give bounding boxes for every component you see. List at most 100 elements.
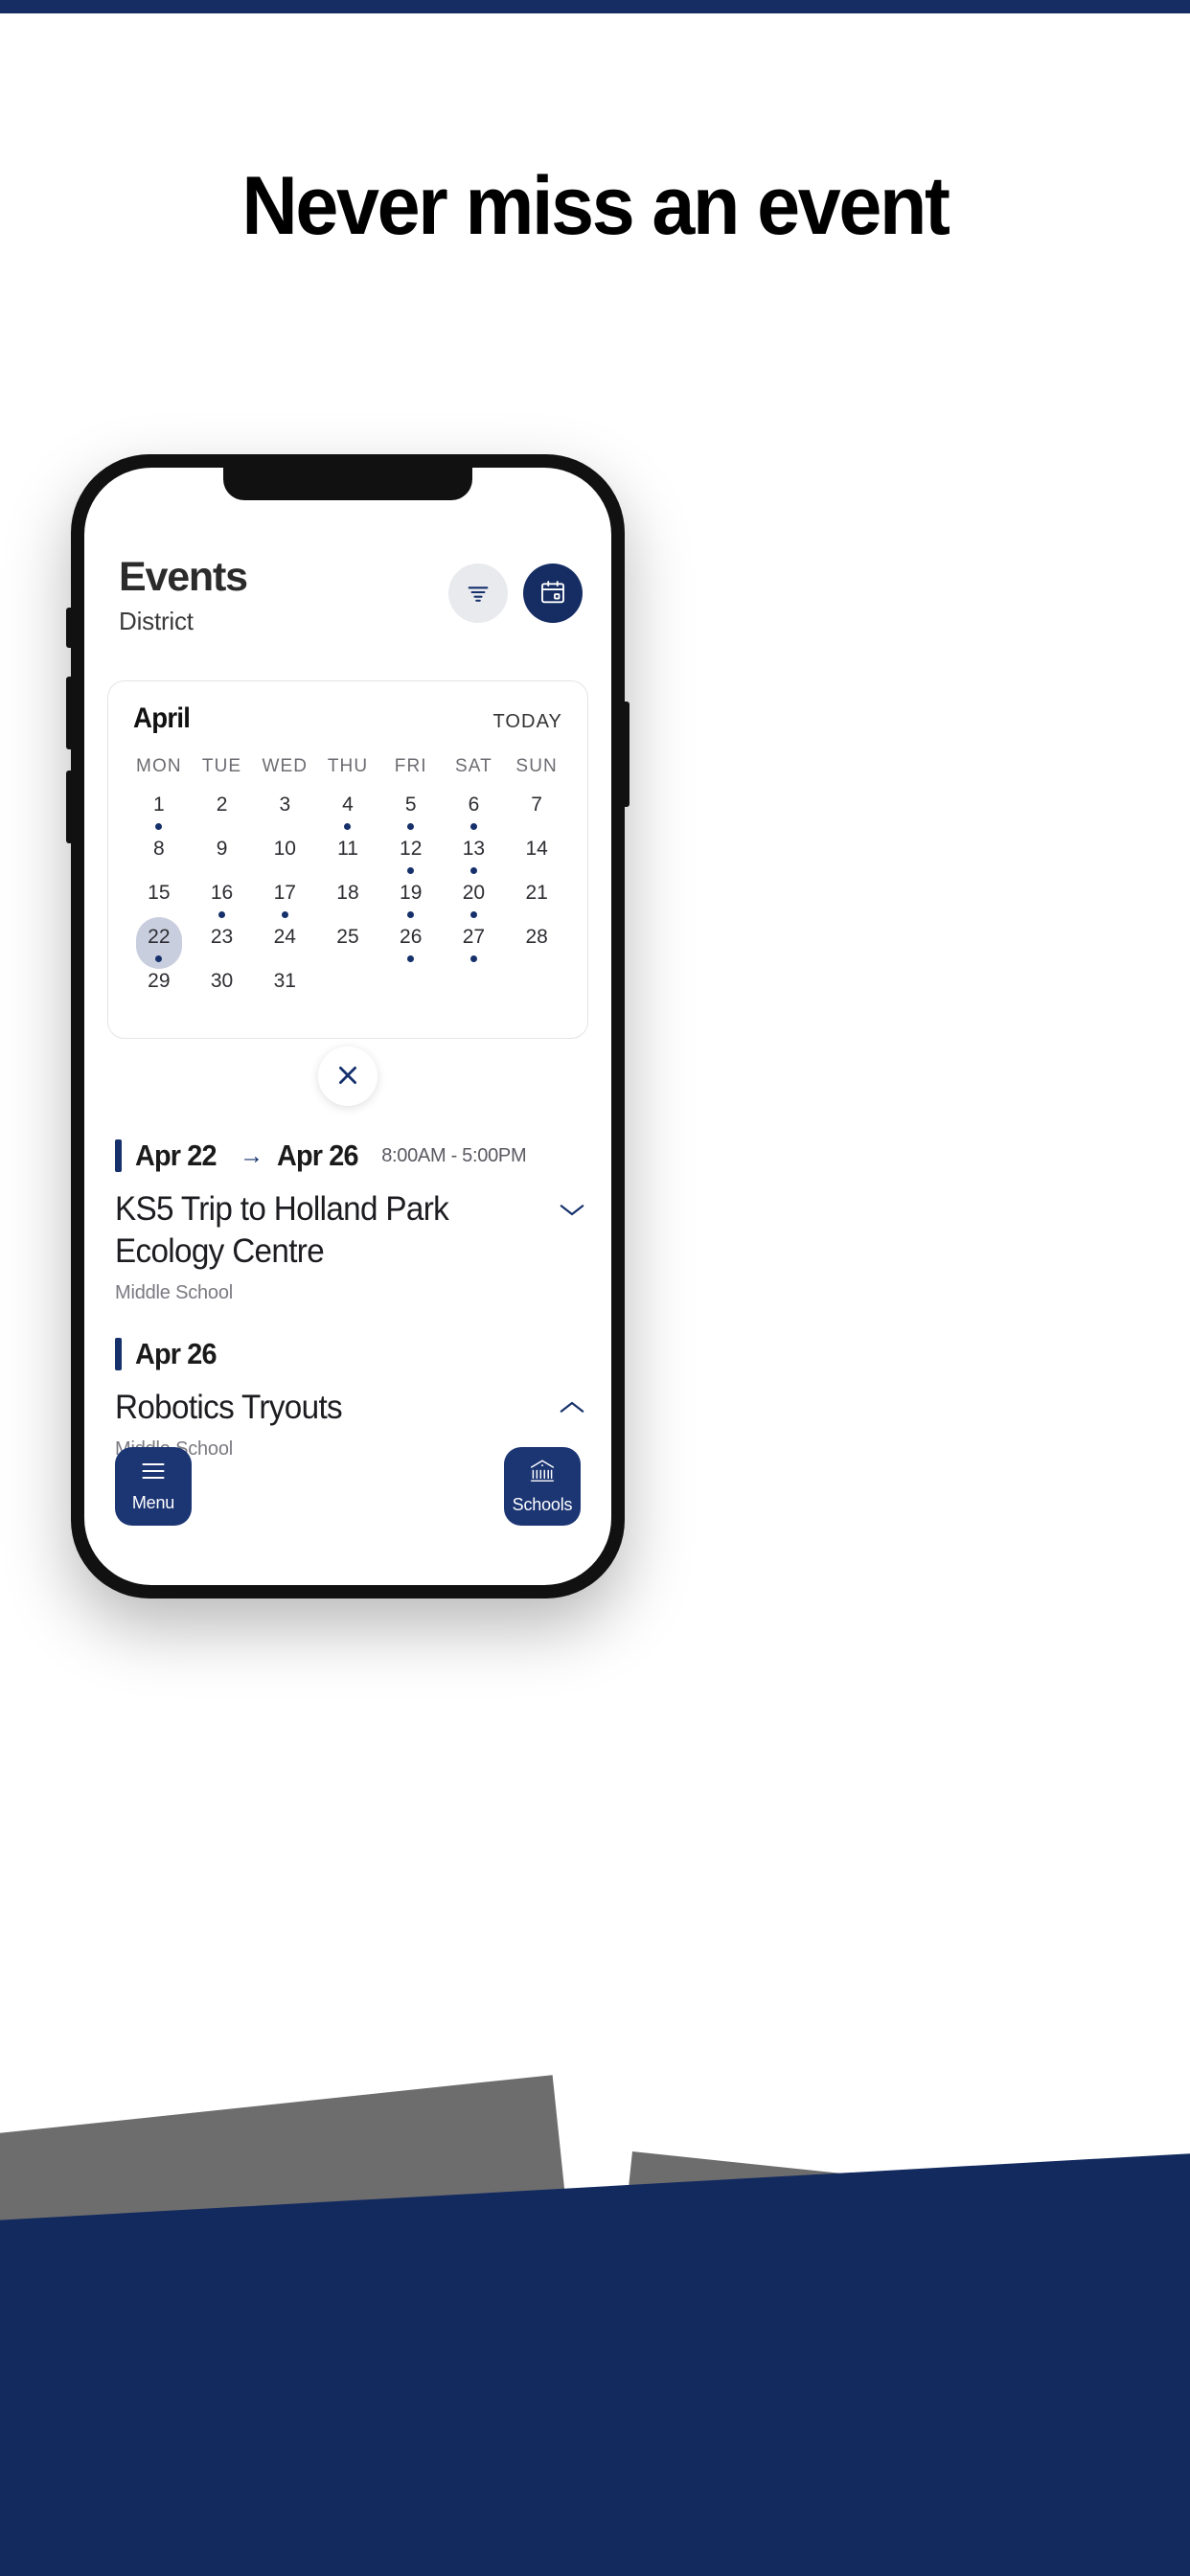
calendar-event-dot: [407, 823, 415, 830]
calendar-day-12[interactable]: 12: [379, 835, 443, 879]
calendar-day-number: 8: [153, 838, 165, 860]
event-title: Robotics Tryouts: [115, 1389, 343, 1427]
header-actions: [448, 552, 583, 623]
chevron-up-icon[interactable]: [558, 1387, 590, 1422]
filter-button[interactable]: [448, 564, 508, 623]
calendar-day-grid: 1 2 3 4 5 6 7 8 9 10 11 12 13 14 15 16 17 18 19 20 21 22 23 24 2…: [127, 791, 568, 1011]
calendar-event-dot: [281, 911, 288, 918]
background-band-gray-right: [614, 2151, 1190, 2394]
calendar-event-dot: [469, 955, 477, 962]
event-accent-bar: [115, 1338, 122, 1371]
calendar-day-28[interactable]: 28: [505, 923, 568, 967]
event-start-date: Apr 26: [135, 1337, 217, 1371]
calendar-day-empty: [505, 967, 568, 1011]
calendar-day-number: 12: [400, 838, 423, 860]
calendar-day-18[interactable]: 18: [316, 879, 379, 923]
calendar-event-dot: [344, 823, 352, 830]
calendar-event-dot: [407, 867, 415, 874]
calendar-day-13[interactable]: 13: [443, 835, 506, 879]
background-band-navy: [0, 2147, 1190, 2576]
calendar-day-6[interactable]: 6: [443, 791, 506, 835]
calendar-day-16[interactable]: 16: [191, 879, 254, 923]
calendar-day-number: [328, 967, 368, 996]
calendar-day-number: 3: [279, 794, 291, 816]
calendar-day-8[interactable]: 8: [127, 835, 191, 879]
calendar-event-dot: [155, 955, 163, 962]
calendar-today-button[interactable]: TODAY: [492, 711, 562, 733]
calendar-day-11[interactable]: 11: [316, 835, 379, 879]
calendar-day-number: 27: [462, 926, 486, 948]
calendar-day-number: 15: [148, 882, 171, 904]
calendar-day-number: 1: [153, 794, 165, 816]
background-band-gray-left: [0, 2075, 565, 2252]
event-time-range: 8:00AM - 5:00PM: [381, 1144, 527, 1166]
phone-notch: [223, 468, 472, 500]
calendar-day-number: 2: [216, 794, 228, 816]
calendar-month-label: April: [133, 702, 191, 734]
calendar-day-3[interactable]: 3: [253, 791, 316, 835]
header-title-block: Events District: [119, 552, 248, 636]
calendar-day-number: 23: [210, 926, 234, 948]
calendar-day-26[interactable]: 26: [379, 923, 443, 967]
calendar-day-31[interactable]: 31: [253, 967, 316, 1011]
event-title: KS5 Trip to Holland Park Ecology Centre: [115, 1190, 449, 1271]
calendar-day-22[interactable]: 22: [127, 923, 191, 967]
calendar-day-number: 29: [148, 970, 171, 992]
calendar-day-20[interactable]: 20: [443, 879, 506, 923]
calendar-day-number: 31: [273, 970, 296, 992]
event-body: KS5 Trip to Holland Park Ecology Centre M…: [115, 1188, 590, 1304]
calendar-day-empty: [316, 967, 379, 1011]
calendar-button[interactable]: [523, 564, 583, 623]
calendar-day-2[interactable]: 2: [191, 791, 254, 835]
event-item[interactable]: Apr 26Robotics TryoutsMiddle School: [115, 1337, 590, 1460]
calendar-day-10[interactable]: 10: [253, 835, 316, 879]
chevron-down-icon[interactable]: [558, 1188, 590, 1224]
calendar-close-button[interactable]: [318, 1046, 378, 1106]
page-headline: Never miss an event: [241, 160, 950, 252]
event-date-range-arrow-icon: →: [240, 1141, 264, 1169]
calendar-day-27[interactable]: 27: [443, 923, 506, 967]
calendar-day-9[interactable]: 9: [191, 835, 254, 879]
calendar-day-7[interactable]: 7: [505, 791, 568, 835]
menu-button[interactable]: Menu: [115, 1447, 192, 1526]
calendar-day-14[interactable]: 14: [505, 835, 568, 879]
calendar-day-5[interactable]: 5: [379, 791, 443, 835]
event-end-date: Apr 26: [277, 1138, 359, 1172]
calendar-day-number: 4: [342, 794, 354, 816]
calendar-day-19[interactable]: 19: [379, 879, 443, 923]
bottom-navigation: Menu Schools: [115, 1447, 581, 1526]
schools-button[interactable]: Schools: [504, 1447, 581, 1526]
event-text-block: KS5 Trip to Holland Park Ecology Centre M…: [115, 1188, 540, 1304]
calendar-day-number: 16: [210, 882, 234, 904]
event-item[interactable]: Apr 22 → Apr 26 8:00AM - 5:00PM KS5 Trip to …: [115, 1138, 590, 1304]
calendar-day-number: [391, 967, 431, 996]
calendar-event-dot: [407, 911, 415, 918]
calendar-day-number: 24: [273, 926, 296, 948]
event-date-row: Apr 26: [115, 1337, 590, 1371]
calendar-day-number: [516, 967, 557, 996]
calendar-day-number: [453, 967, 493, 996]
calendar-day-number: 5: [404, 794, 417, 816]
calendar-day-number: 26: [400, 926, 423, 948]
calendar-day-1[interactable]: 1: [127, 791, 191, 835]
calendar-day-empty: [379, 967, 443, 1011]
calendar-weekday-tue: TUE: [201, 756, 242, 776]
calendar-day-21[interactable]: 21: [505, 879, 568, 923]
calendar-day-number: 13: [462, 838, 486, 860]
calendar-day-25[interactable]: 25: [316, 923, 379, 967]
calendar-day-4[interactable]: 4: [316, 791, 379, 835]
calendar-day-number: 21: [525, 882, 548, 904]
calendar-day-23[interactable]: 23: [191, 923, 254, 967]
calendar-day-number: 28: [525, 926, 548, 948]
event-start-date: Apr 22: [135, 1138, 217, 1172]
calendar-day-number: 30: [210, 970, 234, 992]
calendar-day-17[interactable]: 17: [253, 879, 316, 923]
calendar-day-29[interactable]: 29: [127, 967, 191, 1011]
calendar-day-number: 6: [468, 794, 480, 816]
calendar-day-30[interactable]: 30: [191, 967, 254, 1011]
phone-volume-down-button: [66, 770, 71, 843]
event-subtitle: Middle School: [115, 1282, 234, 1304]
calendar-day-number: 18: [336, 882, 359, 904]
calendar-day-24[interactable]: 24: [253, 923, 316, 967]
calendar-day-number: 10: [273, 838, 296, 860]
